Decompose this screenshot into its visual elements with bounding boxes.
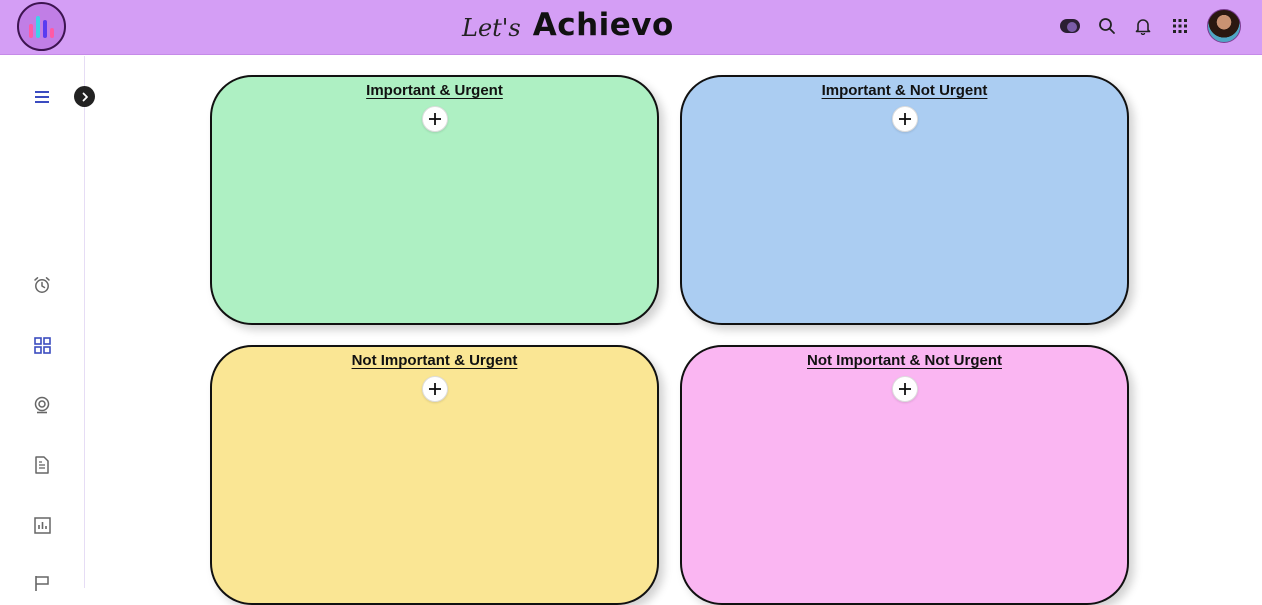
add-task-button[interactable] xyxy=(421,376,448,402)
quadrant-title-text: Important & Urgent xyxy=(366,82,503,99)
quadrant-title: Not Important & Urgent xyxy=(212,352,657,370)
bar-chart-icon[interactable] xyxy=(30,513,54,537)
logo-bar xyxy=(50,28,54,38)
add-task-button[interactable] xyxy=(421,106,448,132)
user-avatar[interactable] xyxy=(1207,9,1241,43)
app-logo-icon[interactable] xyxy=(17,2,66,51)
brand-main-text: Achievo xyxy=(532,7,674,43)
brand-title: Let's Achievo xyxy=(462,3,674,47)
toggle-icon[interactable] xyxy=(1058,9,1082,43)
add-task-button[interactable] xyxy=(891,376,918,402)
quadrant-title-text: Important & Not Urgent xyxy=(821,82,988,99)
menu-icon[interactable] xyxy=(30,85,54,109)
quadrant-not-important-not-urgent: Not Important & Not Urgent xyxy=(680,345,1129,605)
webcam-icon[interactable] xyxy=(30,393,54,417)
quadrant-title-text: Not Important & Not Urgent xyxy=(807,352,1002,369)
document-icon[interactable] xyxy=(30,453,54,477)
quadrant-title: Important & Not Urgent xyxy=(682,82,1127,100)
plus-icon xyxy=(898,383,911,395)
brand-script-text: Let's xyxy=(462,14,521,42)
flag-icon[interactable] xyxy=(30,571,54,595)
sidebar-expand-button[interactable] xyxy=(74,86,95,107)
quadrant-important-urgent: Important & Urgent xyxy=(210,75,659,325)
quadrant-title: Important & Urgent xyxy=(212,82,657,100)
bell-icon[interactable] xyxy=(1131,9,1155,43)
quadrant-title: Not Important & Not Urgent xyxy=(682,352,1127,370)
logo-bar xyxy=(29,24,33,38)
dashboard-grid-icon[interactable] xyxy=(30,333,54,357)
search-icon[interactable] xyxy=(1095,9,1119,43)
quadrant-title-text: Not Important & Urgent xyxy=(351,352,518,369)
top-header: Let's Achievo xyxy=(0,0,1262,55)
quadrant-not-important-urgent: Not Important & Urgent xyxy=(210,345,659,605)
quadrant-important-not-urgent: Important & Not Urgent xyxy=(680,75,1129,325)
logo-bar xyxy=(36,16,40,38)
sidebar xyxy=(0,56,85,591)
plus-icon xyxy=(428,383,441,395)
apps-grid-icon[interactable] xyxy=(1168,9,1192,43)
alarm-clock-icon[interactable] xyxy=(30,273,54,297)
add-task-button[interactable] xyxy=(891,106,918,132)
plus-icon xyxy=(898,113,911,125)
logo-bar xyxy=(43,20,47,38)
plus-icon xyxy=(428,113,441,125)
